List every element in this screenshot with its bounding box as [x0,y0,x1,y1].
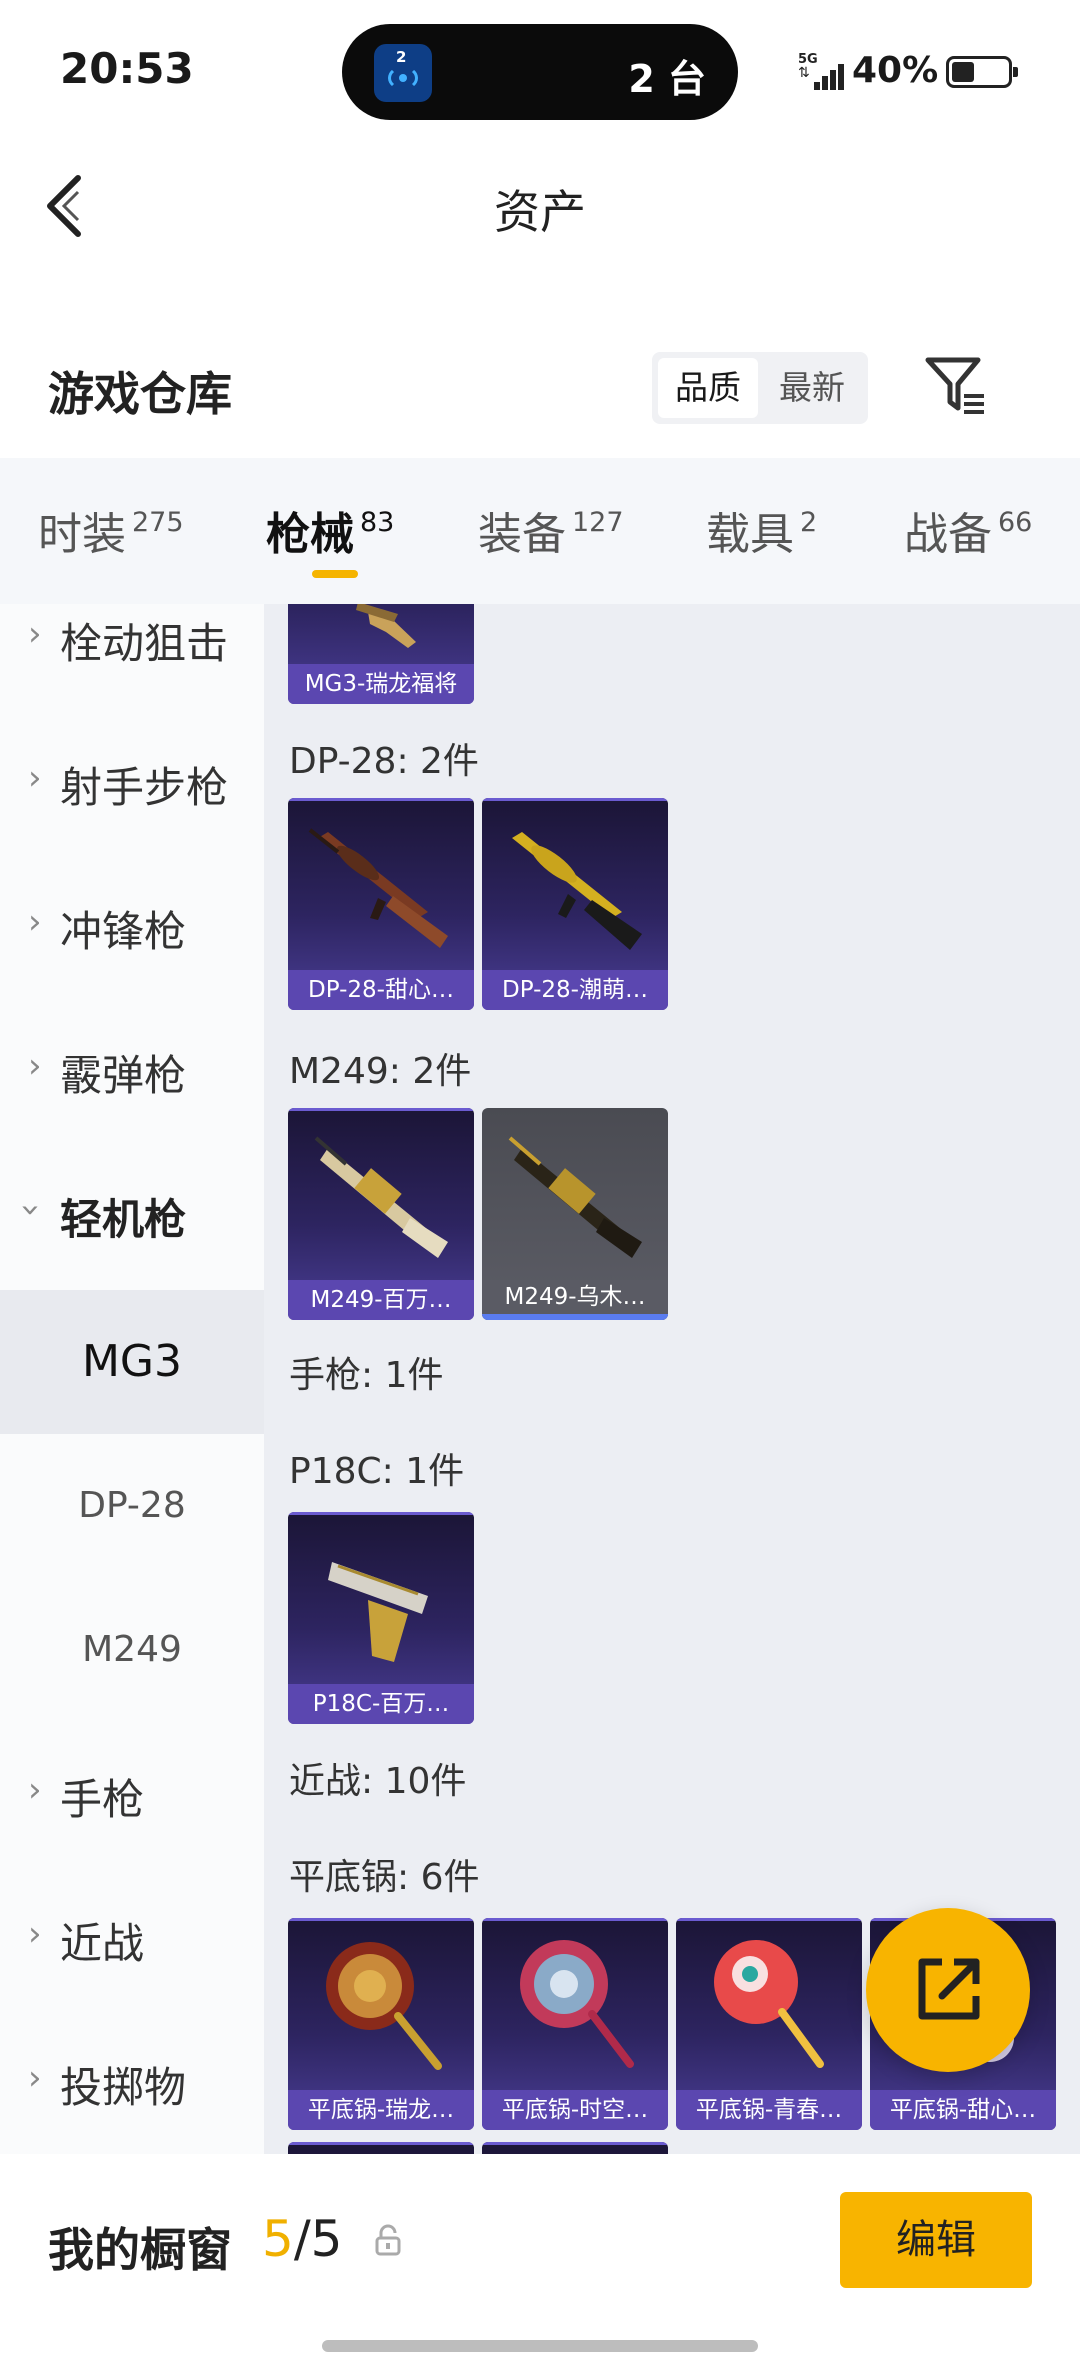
active-tab-indicator [312,570,358,578]
skin-name: MG3-瑞龙福将 [288,664,474,704]
skin-name: P18C-百万… [288,1684,474,1724]
sidebar-item-pistol[interactable]: › 手枪 [0,1722,264,1866]
tab-combat-gear[interactable]: 战备 66 [904,498,1032,562]
m249-skin-image [508,1136,642,1258]
island-text: 2 台 [628,57,706,101]
dp28-skin-image [308,828,448,948]
home-indicator[interactable] [322,2340,758,2352]
sidebar-item-throwable[interactable]: › 投掷物 [0,2010,264,2154]
skin-card[interactable]: DP-28-潮萌… [482,798,668,1010]
tab-equipment[interactable]: 装备 127 [478,498,624,562]
skin-name: DP-28-甜心… [288,970,474,1010]
chevron-right-icon: › [28,2058,42,2098]
dynamic-island[interactable]: 2 2 台 [342,24,738,120]
chevron-right-icon: › [28,902,42,942]
skin-name: M249-百万… [288,1280,474,1320]
tab-vehicles[interactable]: 载具 2 [706,498,817,562]
battery-icon [946,56,1018,88]
lock-icon [375,2224,401,2256]
group-title-m249: M249: 2件 [289,1051,472,1092]
status-bar: 20:53 2 2 台 5G ⇅ 40% [0,0,1080,130]
skin-card[interactable]: 平底锅-时空… [482,1918,668,2130]
group-title-p18c: P18C: 1件 [289,1451,465,1492]
skin-name: 平底锅-瑞龙… [288,2090,474,2130]
group-title-pistol: 手枪: 1件 [289,1355,444,1396]
sidebar-sub-mg3[interactable]: MG3 [0,1290,264,1434]
filter-funnel-icon [925,357,984,414]
skin-card[interactable]: DP-28-甜心… [288,798,474,1010]
lmg-skin-image [356,604,416,648]
sort-newest-option[interactable]: 最新 [762,358,862,418]
skin-card[interactable]: MG3-瑞龙福将 [288,604,474,704]
skin-name: 平底锅-时空… [482,2090,668,2130]
tab-fashion[interactable]: 时装 275 [38,498,184,562]
dp28-skin-image [512,832,642,950]
sidebar-item-lmg[interactable]: › 轻机枪 [0,1142,264,1286]
sidebar-sub-m249[interactable]: M249 [0,1578,264,1722]
pan-skin-image [326,1942,442,2070]
assets-screen: { "status_bar": { "time": "20:53", "isla… [0,0,1080,2376]
skin-name: M249-乌木… [482,1280,668,1320]
sidebar-item-bolt-sniper[interactable]: › 栓动狙击 [0,566,264,710]
share-export-icon [918,1958,980,2020]
m249-skin-image [314,1136,448,1258]
skin-name: 平底锅-青春… [676,2090,862,2130]
showcase-count: 5/5 [262,2210,343,2268]
chevron-right-icon: › [28,1914,42,1954]
p18c-skin-image [328,1562,428,1662]
sort-quality-option[interactable]: 品质 [658,358,758,418]
filter-button[interactable] [922,352,988,418]
battery-percent: 40% [852,50,939,91]
sidebar-item-shotgun[interactable]: › 霰弹枪 [0,998,264,1142]
weapon-type-sidebar: › 栓动狙击 › 射手步枪 › 冲锋枪 › 霰弹枪 › 轻机枪 MG3 DP-28 M24… [0,604,264,2154]
skin-card[interactable] [482,2142,668,2154]
broadcast-app-icon: 2 [374,44,432,102]
chevron-right-icon: › [28,1770,42,1810]
skin-card[interactable]: M249-百万… [288,1108,474,1320]
skin-name: DP-28-潮萌… [482,970,668,1010]
sidebar-item-smg[interactable]: › 冲锋枪 [0,854,264,998]
tab-guns[interactable]: 枪械 83 [266,498,394,562]
pan-skin-image [714,1940,824,2068]
showcase-title: 我的橱窗 [48,2223,232,2277]
signal-icon: 5G ⇅ [798,52,844,90]
chevron-right-icon: › [28,758,42,798]
sort-toggle: 品质 最新 [652,352,868,424]
island-badge: 2 [396,48,407,66]
chevron-right-icon: › [28,1046,42,1086]
skin-card[interactable]: 平底锅-瑞龙… [288,1918,474,2130]
chevron-right-icon: › [28,614,42,654]
skin-card[interactable]: P18C-百万… [288,1512,474,1724]
skin-card[interactable]: 平底锅-青春… [676,1918,862,2130]
group-title-pan: 平底锅: 6件 [289,1857,480,1898]
skin-card[interactable] [288,2142,474,2154]
sidebar-sub-dp28[interactable]: DP-28 [0,1434,264,1578]
sidebar-item-marksman-rifle[interactable]: › 射手步枪 [0,710,264,854]
sidebar-item-melee[interactable]: › 近战 [0,1866,264,2010]
showcase-bar: 我的橱窗 5/5 编辑 [0,2154,1080,2376]
page-title: 资产 [494,185,586,239]
skin-name: 平底锅-甜心… [870,2090,1056,2130]
chevron-down-icon: › [10,1203,51,1217]
share-button[interactable] [866,1908,1030,2072]
warehouse-title: 游戏仓库 [48,367,232,421]
pan-skin-image [520,1940,634,2068]
skin-card[interactable]: M249-乌木… [482,1108,668,1320]
group-title-dp28: DP-28: 2件 [289,741,479,782]
group-title-melee: 近战: 10件 [289,1761,467,1802]
status-time: 20:53 [60,44,194,93]
edit-button[interactable]: 编辑 [840,2192,1032,2288]
